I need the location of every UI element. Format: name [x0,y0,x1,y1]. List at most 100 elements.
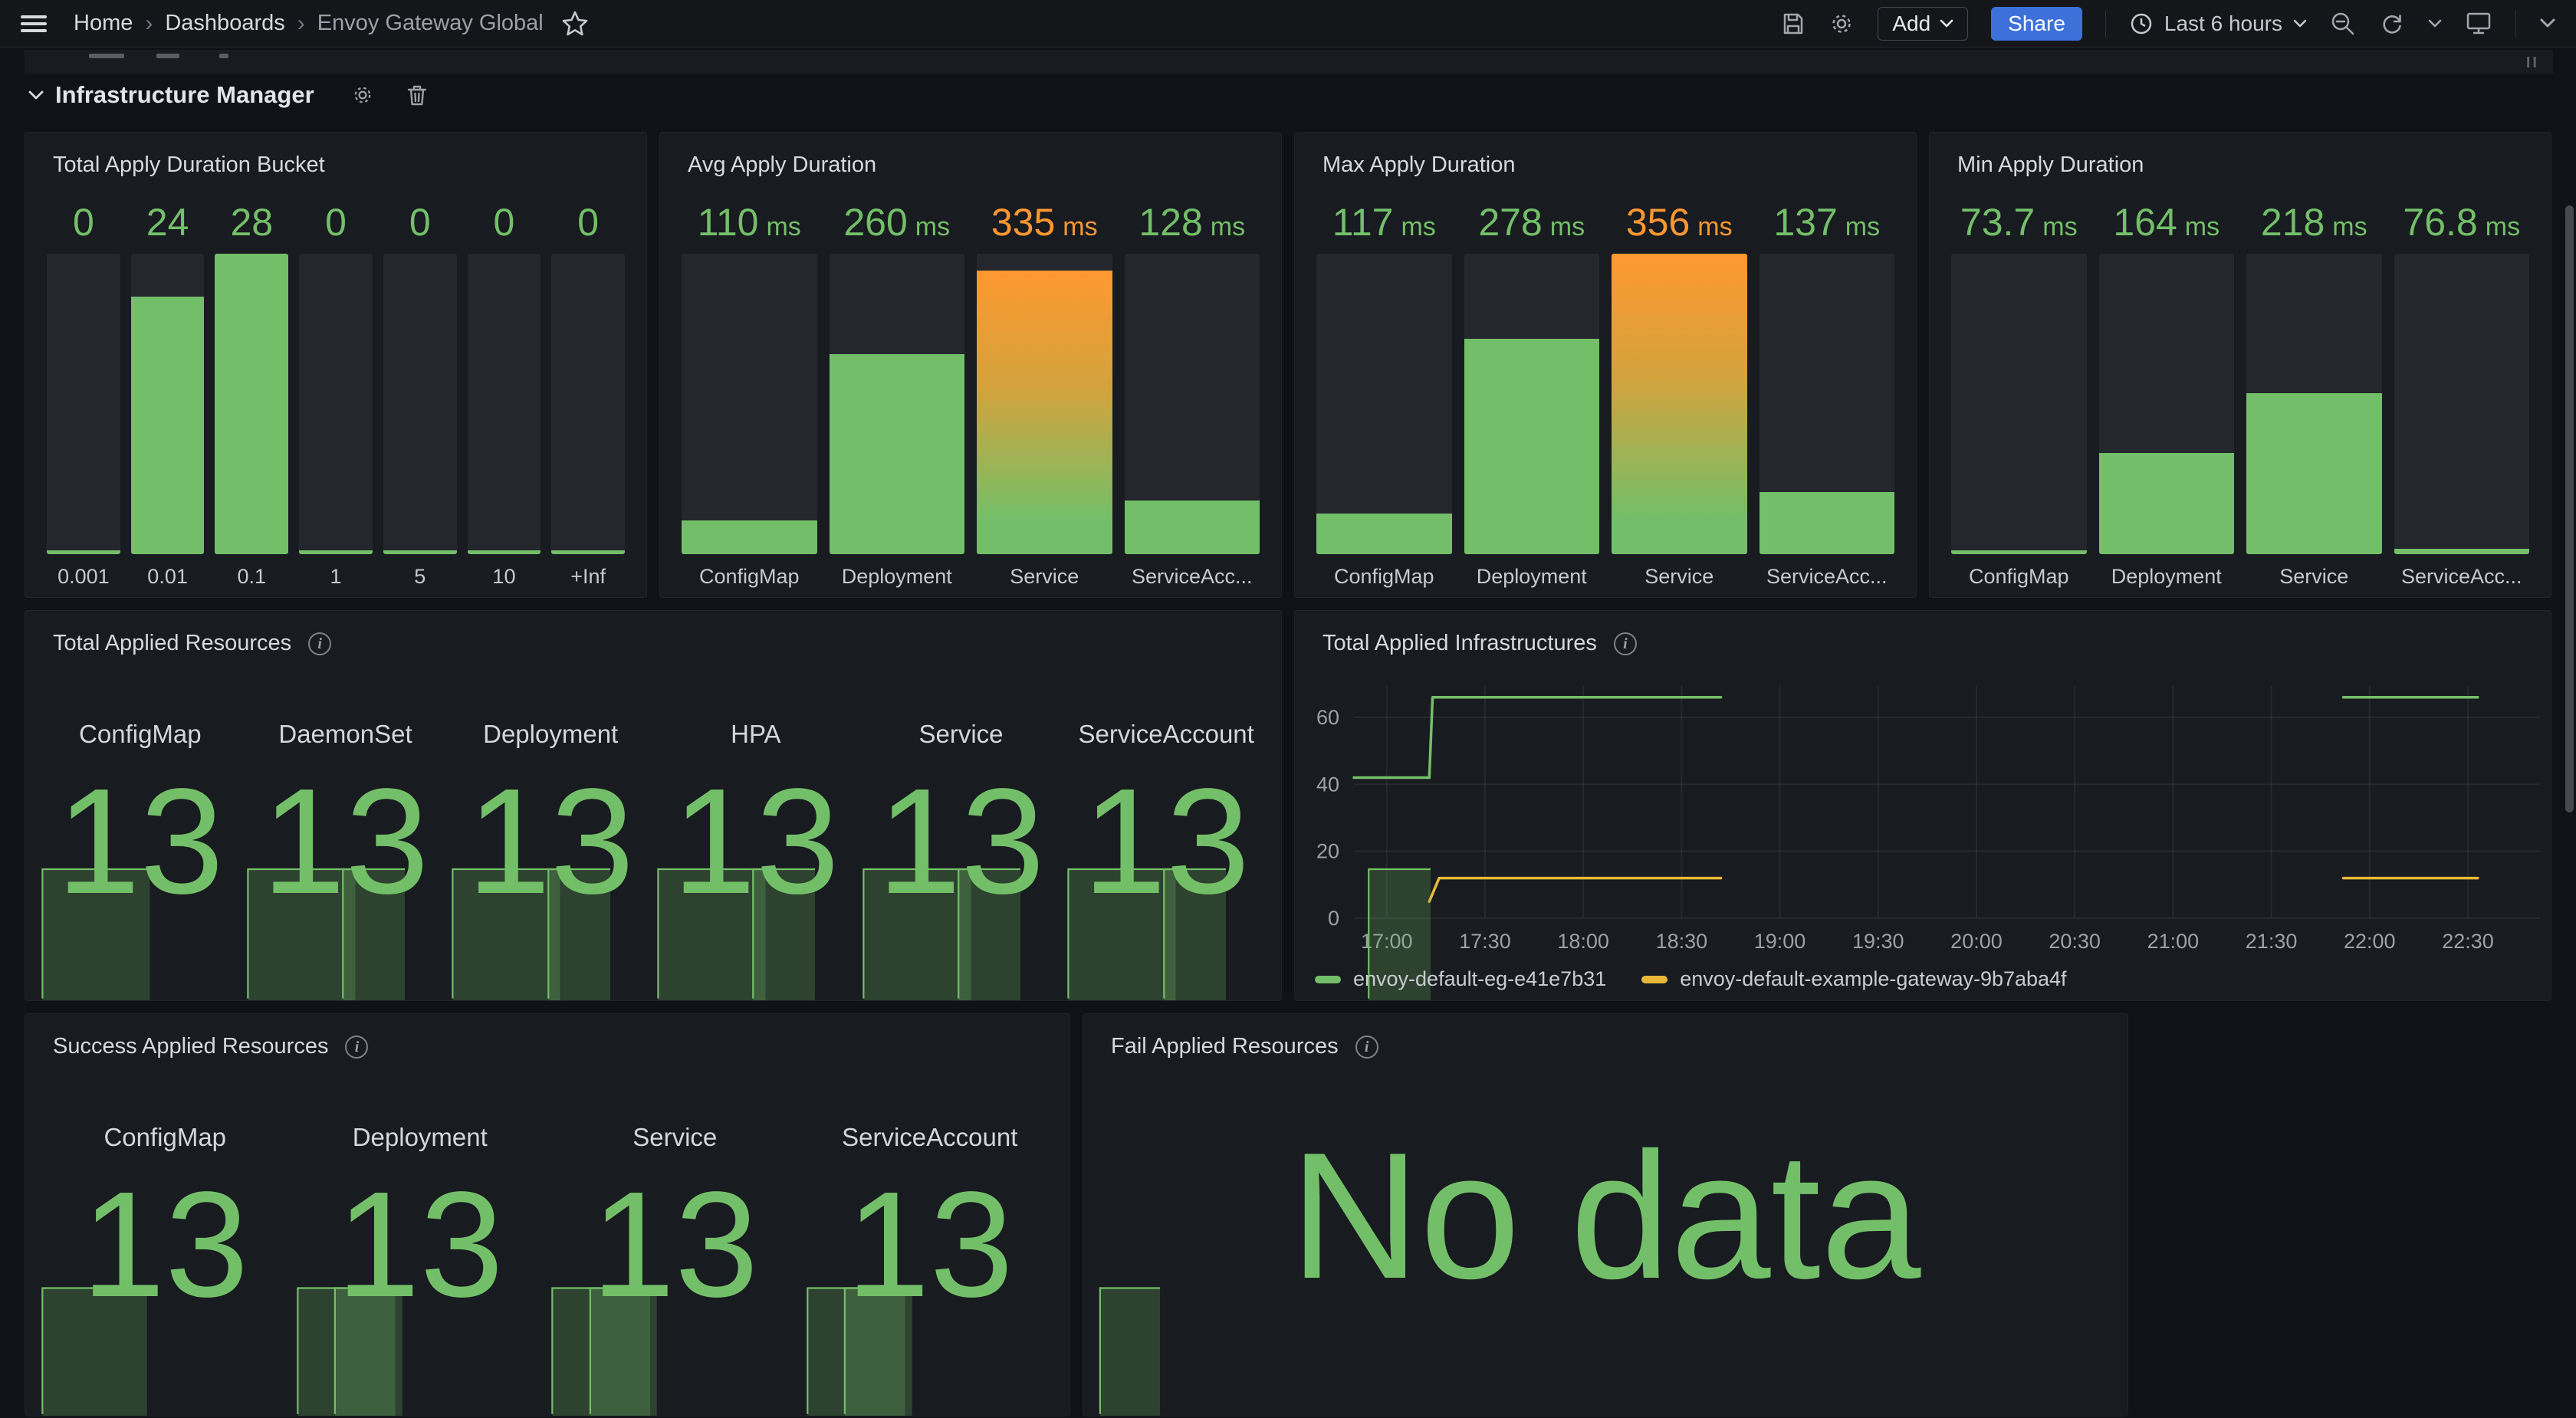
stat-label: ServiceAccount [1066,720,1266,749]
bar-fill [299,550,373,554]
collapse-header-chevron-icon[interactable] [2539,18,2556,29]
info-icon[interactable]: i [345,1036,368,1059]
stat-label: Deployment [451,720,650,749]
panel-title[interactable]: Max Apply Duration [1322,153,1515,178]
bar-column: 260msDeployment [830,200,965,591]
stat-cell: DaemonSet13 [246,611,445,1000]
refresh-icon[interactable] [2379,11,2405,37]
bar-label: ServiceAcc... [1132,562,1253,591]
bar-label: ConfigMap [699,562,800,591]
row-settings-gear-icon[interactable] [351,84,374,107]
bar-value: 73.7ms [1960,200,2078,248]
stat-cell: Service13 [862,611,1061,1000]
bar-column: 128msServiceAcc... [1125,200,1260,591]
bar-column: 00.001 [47,200,120,591]
divider [2515,11,2516,37]
panel-title[interactable]: Success Applied Resources [53,1034,328,1059]
bar-label: 10 [492,562,515,591]
bar-column: 137msServiceAcc... [1760,200,1895,591]
save-dashboard-icon[interactable] [1781,11,1806,36]
dashboard-settings-gear-icon[interactable] [1829,11,1855,37]
panel-title[interactable]: Total Applied Infrastructures [1322,631,1597,656]
stat-cell: Deployment13 [451,611,650,1000]
breadcrumb-home[interactable]: Home [74,11,133,36]
bar-label: +Inf [570,562,606,591]
bar-track [47,254,120,554]
stat-cell: Deployment13 [296,1014,545,1416]
stat-cell: ServiceAccount13 [806,1014,1055,1416]
panel-avg-apply-duration: Avg Apply Duration 110msConfigMap260msDe… [659,132,1282,598]
bar-track [2394,254,2530,554]
bar-track [1125,254,1260,554]
grafana-dashboard: { "header": { "breadcrumbs": [ {"label":… [0,0,2576,1418]
stat-grid: ConfigMap13DaemonSet13Deployment13HPA13S… [38,611,1269,1000]
bar-label: ServiceAcc... [1766,562,1888,591]
bar-track [977,254,1112,554]
panel-title[interactable]: Fail Applied Resources [1111,1034,1339,1059]
bar-value: 28 [230,200,273,248]
panel-title[interactable]: Total Applied Resources [53,631,291,656]
breadcrumb-separator: › [297,12,305,35]
time-range-picker[interactable]: Last 6 hours [2129,11,2307,36]
panel-title[interactable]: Avg Apply Duration [688,153,876,178]
stat-label: Service [862,720,1061,749]
y-axis-tick-label: 40 [1316,773,1339,796]
page-scrollbar-thumb[interactable] [2565,205,2574,812]
stat-label: DaemonSet [246,720,445,749]
info-icon[interactable]: i [1614,632,1637,655]
favorite-star-icon[interactable] [562,11,588,36]
legend: envoy-default-eg-e41e7b31 envoy-default-e… [1315,967,2067,991]
row-delete-trash-icon[interactable] [406,84,428,107]
refresh-interval-chevron-icon[interactable] [2428,18,2442,28]
bar-track [1951,254,2087,554]
x-axis-tick-label: 18:00 [1557,930,1609,953]
bar-fill [1316,514,1452,554]
bar-column: 05 [383,200,457,591]
bar-column: 335msService [977,200,1112,591]
panel-title[interactable]: Min Apply Duration [1957,153,2144,178]
bar-value: 335ms [991,200,1098,248]
stat-label: ConfigMap [41,1123,290,1152]
bar-label: Deployment [842,562,952,591]
stat-label: HPA [656,720,856,749]
row-title[interactable]: Infrastructure Manager [55,81,314,109]
legend-item[interactable]: envoy-default-eg-e41e7b31 [1315,967,1606,991]
legend-item[interactable]: envoy-default-example-gateway-9b7aba4f [1641,967,2066,991]
partial-panel-above: II [25,50,2553,74]
info-icon[interactable]: i [1355,1036,1378,1059]
breadcrumb-current: Envoy Gateway Global [317,11,544,36]
bar-track [551,254,625,554]
bar-fill [830,354,965,554]
bar-fill [468,550,541,554]
share-button[interactable]: Share [1991,7,2082,41]
bar-label: 5 [414,562,426,591]
bar-column: 117msConfigMap [1316,200,1452,591]
bar-value: 117ms [1332,200,1436,248]
bar-track [830,254,965,554]
panel-resize-handle[interactable]: II [2526,54,2539,72]
zoom-out-icon[interactable] [2330,11,2356,37]
time-series-plot[interactable]: 020406017:0017:3018:0018:3019:0019:3020:… [1295,611,2552,1002]
bar-fill [2246,393,2382,554]
bar-value: 24 [146,200,189,248]
bar-track [383,254,457,554]
bar-label: 0.01 [147,562,188,591]
tv-kiosk-mode-icon[interactable] [2465,11,2492,37]
hamburger-menu-icon[interactable] [20,13,48,34]
bar-column: 76.8msServiceAcc... [2394,200,2530,591]
panel-total-applied-infrastructures: Total Applied Infrastructures i 02040601… [1294,610,2551,1001]
x-axis-tick-label: 19:00 [1754,930,1806,953]
breadcrumb-dashboards[interactable]: Dashboards [165,11,284,36]
x-axis-tick-label: 21:30 [2246,930,2298,953]
panel-title[interactable]: Total Apply Duration Bucket [53,153,325,178]
stat-label: Deployment [296,1123,545,1152]
info-icon[interactable]: i [308,632,331,655]
bar-track [1760,254,1895,554]
bar-fill [2099,453,2235,554]
bar-label: Service [2279,562,2348,591]
add-button[interactable]: Add [1878,7,1968,41]
stat-cell: ServiceAccount13 [1066,611,1266,1000]
panel-min-apply-duration: Min Apply Duration 73.7msConfigMap164msD… [1929,132,2551,598]
y-axis-tick-label: 60 [1316,706,1339,729]
row-collapse-chevron-icon[interactable] [28,90,44,101]
